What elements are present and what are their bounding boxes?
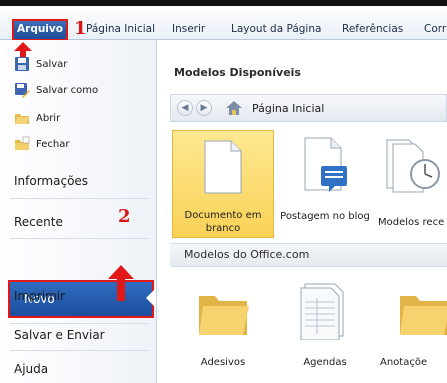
menu-recente[interactable]: Recente — [14, 215, 63, 229]
callout-number-2: 2 — [118, 206, 131, 227]
close-folder-icon — [15, 136, 30, 150]
tab-pagina-inicial[interactable]: Página Inicial — [86, 23, 155, 35]
office-template-agendas[interactable]: Agendas — [274, 276, 376, 376]
office-templates-header: Modelos do Office.com — [170, 243, 447, 267]
back-button[interactable]: ◀ — [177, 100, 193, 116]
open-folder-icon — [15, 114, 29, 124]
blank-document-icon — [204, 140, 242, 194]
office-template-adesivos[interactable]: Adesivos — [172, 276, 274, 376]
template-nav-bar: ◀ ▶ Página Inicial — [170, 94, 447, 122]
template-label: Agendas — [303, 357, 347, 368]
folder-icon — [199, 296, 249, 335]
divider — [10, 238, 148, 239]
divider — [10, 198, 148, 199]
fechar-command[interactable]: Fechar — [14, 134, 69, 154]
menu-salvar-e-enviar[interactable]: Salvar e Enviar — [14, 328, 105, 342]
abrir-command[interactable]: Abrir — [14, 108, 60, 128]
template-label: Postagem no blog — [280, 211, 370, 222]
abrir-label: Abrir — [36, 112, 61, 124]
office-template-anotacoes[interactable]: Anotaçõe — [374, 276, 447, 376]
divider — [10, 350, 148, 351]
backstage-nav: Salvar Salvar como Abrir Fechar Informaç… — [0, 40, 157, 383]
template-tile-documento-em-branco[interactable]: Documento em branco — [172, 130, 274, 238]
nav-location[interactable]: Página Inicial — [252, 102, 324, 115]
selection-notch — [146, 288, 156, 308]
salvar-label: Salvar — [36, 58, 68, 70]
ribbon-tab-bar: Arquivo Página Inicial Inserir Layout da… — [0, 0, 447, 41]
template-label: Anotaçõe — [380, 357, 428, 368]
callout-number-1: 1 — [74, 18, 87, 39]
save-icon — [15, 57, 29, 71]
salvar-como-label: Salvar como — [36, 84, 99, 96]
menu-informacoes[interactable]: Informações — [14, 174, 88, 188]
section-title: Modelos Disponíveis — [174, 66, 301, 79]
menu-imprimir[interactable]: Imprimir — [14, 289, 65, 303]
tab-correspondencias[interactable]: Corr — [424, 23, 446, 35]
fechar-label: Fechar — [36, 138, 70, 150]
menu-ajuda[interactable]: Ajuda — [14, 362, 48, 376]
blog-post-icon — [304, 137, 347, 192]
save-as-icon — [15, 83, 30, 98]
templates-pane: Modelos Disponíveis ◀ ▶ Página Inicial D… — [158, 40, 447, 383]
home-icon[interactable] — [226, 101, 242, 115]
tab-arquivo[interactable]: Arquivo — [12, 19, 68, 41]
template-label: Modelos rece — [378, 217, 445, 228]
template-label: Adesivos — [200, 357, 246, 368]
tab-layout-da-pagina[interactable]: Layout da Página — [231, 23, 321, 35]
template-label: Documento em branco — [184, 210, 262, 234]
salvar-como-command[interactable]: Salvar como — [14, 80, 98, 100]
divider — [10, 323, 148, 324]
recent-templates-icon — [386, 139, 440, 193]
template-tile-postagem-no-blog[interactable]: Postagem no blog — [274, 130, 376, 238]
up-arrow-icon — [108, 265, 134, 301]
template-tile-modelos-recentes[interactable]: Modelos rece — [374, 130, 447, 238]
tab-inserir[interactable]: Inserir — [172, 23, 205, 35]
tab-referencias[interactable]: Referências — [342, 23, 403, 35]
forward-button[interactable]: ▶ — [196, 100, 212, 116]
agenda-icon — [300, 283, 344, 340]
folder-icon — [400, 296, 447, 335]
salvar-command[interactable]: Salvar — [14, 54, 67, 74]
